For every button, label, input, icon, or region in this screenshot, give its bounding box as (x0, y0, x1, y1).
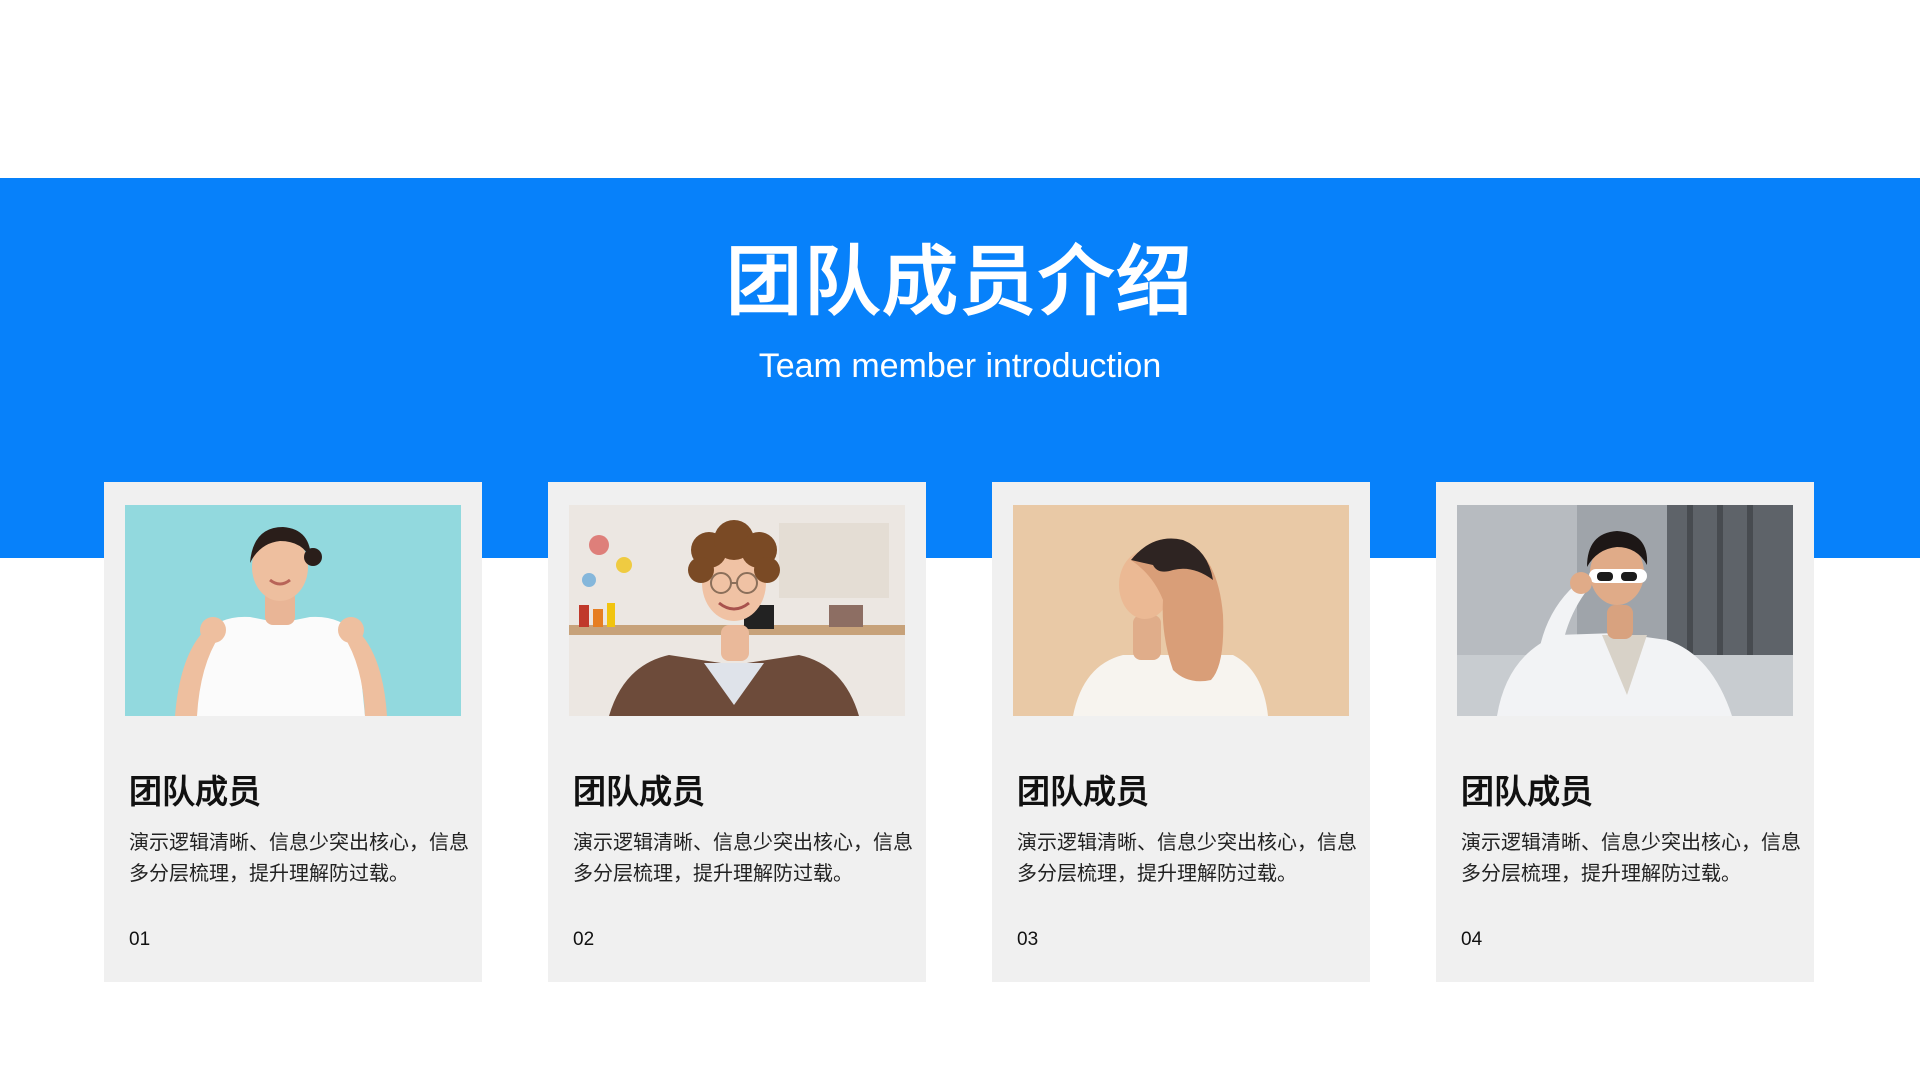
member-name: 团队成员 (129, 772, 261, 811)
member-description: 演示逻辑清晰、信息少突出核心，信息多分层梳理，提升理解防过载。 (1017, 830, 1357, 885)
member-number: 03 (1017, 929, 1039, 950)
member-number: 01 (129, 929, 151, 950)
member-card-1: 团队成员 演示逻辑清晰、信息少突出核心，信息多分层梳理，提升理解防过载。 01 (104, 482, 482, 982)
member-description: 演示逻辑清晰、信息少突出核心，信息多分层梳理，提升理解防过载。 (129, 830, 469, 885)
member-description: 演示逻辑清晰、信息少突出核心，信息多分层梳理，提升理解防过载。 (573, 830, 913, 885)
smiling-teacher-with-glasses-photo (569, 505, 905, 716)
page-title: 团队成员介绍 (726, 237, 1194, 326)
member-card-3: 团队成员 演示逻辑清晰、信息少突出核心，信息多分层梳理，提升理解防过载。 03 (992, 482, 1370, 982)
member-card-2: 团队成员 演示逻辑清晰、信息少突出核心，信息多分层梳理，提升理解防过载。 02 (548, 482, 926, 982)
member-number: 02 (573, 929, 595, 950)
woman-pointing-at-self-photo (125, 505, 461, 716)
member-name: 团队成员 (573, 772, 705, 811)
man-with-white-sunglasses-photo (1457, 505, 1793, 716)
member-name: 团队成员 (1461, 772, 1593, 811)
page-subtitle: Team member introduction (758, 347, 1162, 385)
member-number: 04 (1461, 929, 1483, 950)
slide: 团队成员介绍 Team member introduction 团队成员 演示逻… (0, 0, 1920, 1080)
member-card-4: 团队成员 演示逻辑清晰、信息少突出核心，信息多分层梳理，提升理解防过载。 04 (1436, 482, 1814, 982)
member-cards: 团队成员 演示逻辑清晰、信息少突出核心，信息多分层梳理，提升理解防过载。 01 (104, 482, 1814, 982)
member-description: 演示逻辑清晰、信息少突出核心，信息多分层梳理，提升理解防过载。 (1461, 830, 1801, 885)
member-name: 团队成员 (1017, 772, 1149, 811)
woman-side-profile-photo (1013, 505, 1349, 716)
